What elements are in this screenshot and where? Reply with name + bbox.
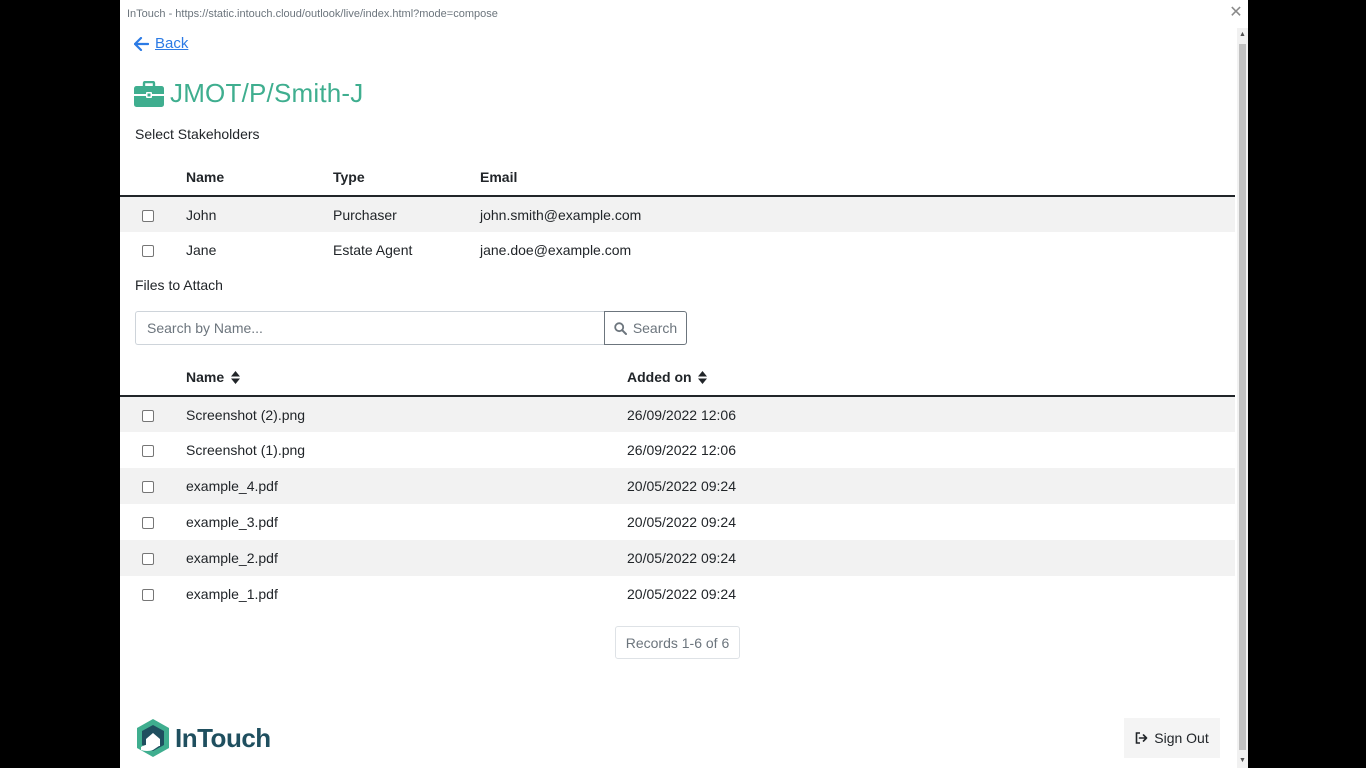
stakeholder-checkbox[interactable] <box>142 209 154 222</box>
file-row[interactable]: example_1.pdf 20/05/2022 09:24 <box>120 576 1235 612</box>
file-added-on: 26/09/2022 12:06 <box>627 396 1235 432</box>
file-name: Screenshot (1).png <box>186 442 306 458</box>
files-table: Name Added on Screenshot (2).png 26/09/2… <box>120 358 1235 612</box>
file-checkbox[interactable] <box>142 589 154 602</box>
file-checkbox[interactable] <box>142 553 154 566</box>
file-added-on: 26/09/2022 12:06 <box>627 442 736 458</box>
select-cell <box>120 504 186 540</box>
search-icon <box>614 321 627 335</box>
column-header-email: Email <box>480 158 1235 197</box>
stakeholder-type: Estate Agent <box>333 242 413 258</box>
back-label: Back <box>155 35 189 52</box>
stakeholder-type: Purchaser <box>333 196 480 232</box>
select-column-header <box>120 158 186 197</box>
back-link[interactable]: Back <box>134 35 188 52</box>
column-header-added-on[interactable]: Added on <box>627 358 1235 397</box>
column-header-file-name[interactable]: Name <box>186 358 627 397</box>
search-button-label: Search <box>632 320 678 336</box>
sign-out-label: Sign Out <box>1154 730 1209 746</box>
stakeholders-table: Name Type Email John Purchaser john.smit… <box>120 158 1235 268</box>
select-cell <box>120 196 186 232</box>
vertical-scrollbar[interactable]: ▲ ▼ <box>1237 28 1248 768</box>
column-header-name: Name <box>186 158 333 197</box>
stakeholder-email: john.smith@example.com <box>480 196 1235 232</box>
file-added-on: 20/05/2022 09:24 <box>627 468 1235 504</box>
file-row[interactable]: Screenshot (2).png 26/09/2022 12:06 <box>120 396 1235 432</box>
records-count: Records 1-6 of 6 <box>615 626 740 659</box>
file-name: example_1.pdf <box>186 586 278 602</box>
search-button[interactable]: Search <box>604 311 687 345</box>
file-row[interactable]: example_4.pdf 20/05/2022 09:24 <box>120 468 1235 504</box>
window-url: InTouch - https://static.intouch.cloud/o… <box>127 8 498 20</box>
sort-icon[interactable] <box>698 371 708 385</box>
scrollbar-thumb[interactable] <box>1239 44 1246 750</box>
column-header-file-name-label: Name <box>186 368 225 385</box>
sign-out-icon <box>1135 732 1148 744</box>
brand-name: InTouch <box>175 722 271 753</box>
briefcase-icon <box>134 80 164 107</box>
column-header-added-on-label: Added on <box>627 368 692 385</box>
stakeholder-row[interactable]: John Purchaser john.smith@example.com <box>120 196 1235 232</box>
select-cell <box>120 396 186 432</box>
matter-title: JMOT/P/Smith-J <box>170 78 364 108</box>
file-row[interactable]: example_3.pdf 20/05/2022 09:24 <box>120 504 1235 540</box>
stakeholder-row[interactable]: Jane Estate Agent jane.doe@example.com <box>120 232 1235 268</box>
file-checkbox[interactable] <box>142 409 154 422</box>
scroll-down-icon[interactable]: ▼ <box>1237 754 1248 768</box>
stakeholders-header-row: Name Type Email <box>120 158 1235 197</box>
files-header-row: Name Added on <box>120 358 1235 397</box>
file-added-on: 20/05/2022 09:24 <box>627 540 1235 576</box>
file-name: example_2.pdf <box>186 540 627 576</box>
sort-icon[interactable] <box>231 371 241 385</box>
select-cell <box>120 468 186 504</box>
sign-out-button[interactable]: Sign Out <box>1124 718 1220 758</box>
file-row[interactable]: example_2.pdf 20/05/2022 09:24 <box>120 540 1235 576</box>
file-row[interactable]: Screenshot (1).png 26/09/2022 12:06 <box>120 432 1235 468</box>
close-icon[interactable]: ✕ <box>1228 3 1244 23</box>
select-cell <box>120 432 186 468</box>
select-cell <box>120 576 186 612</box>
stakeholder-checkbox[interactable] <box>142 245 154 258</box>
file-name: example_3.pdf <box>186 514 278 530</box>
file-added-on: 20/05/2022 09:24 <box>627 514 736 530</box>
stakeholder-email: jane.doe@example.com <box>480 242 632 258</box>
matter-header: JMOT/P/Smith-J <box>134 78 363 109</box>
intouch-logo: InTouch <box>133 717 271 759</box>
scroll-up-icon[interactable]: ▲ <box>1237 28 1248 42</box>
file-name: Screenshot (2).png <box>186 396 627 432</box>
stakeholder-name: John <box>186 196 333 232</box>
stakeholder-name: Jane <box>186 242 217 258</box>
file-checkbox[interactable] <box>142 445 154 458</box>
app-window: InTouch - https://static.intouch.cloud/o… <box>120 0 1248 768</box>
file-added-on: 20/05/2022 09:24 <box>627 586 736 602</box>
files-section-label: Files to Attach <box>135 277 223 293</box>
select-cell <box>120 232 186 268</box>
file-search: Search <box>135 311 687 345</box>
select-column-header <box>120 358 186 397</box>
window-titlebar: InTouch - https://static.intouch.cloud/o… <box>120 0 1248 28</box>
file-checkbox[interactable] <box>142 517 154 530</box>
column-header-type: Type <box>333 158 480 197</box>
stakeholders-section-label: Select Stakeholders <box>135 126 260 142</box>
file-name: example_4.pdf <box>186 468 627 504</box>
search-input[interactable] <box>135 311 604 345</box>
select-cell <box>120 540 186 576</box>
arrow-left-icon <box>134 36 149 51</box>
file-checkbox[interactable] <box>142 481 154 494</box>
intouch-logo-icon <box>137 719 169 757</box>
